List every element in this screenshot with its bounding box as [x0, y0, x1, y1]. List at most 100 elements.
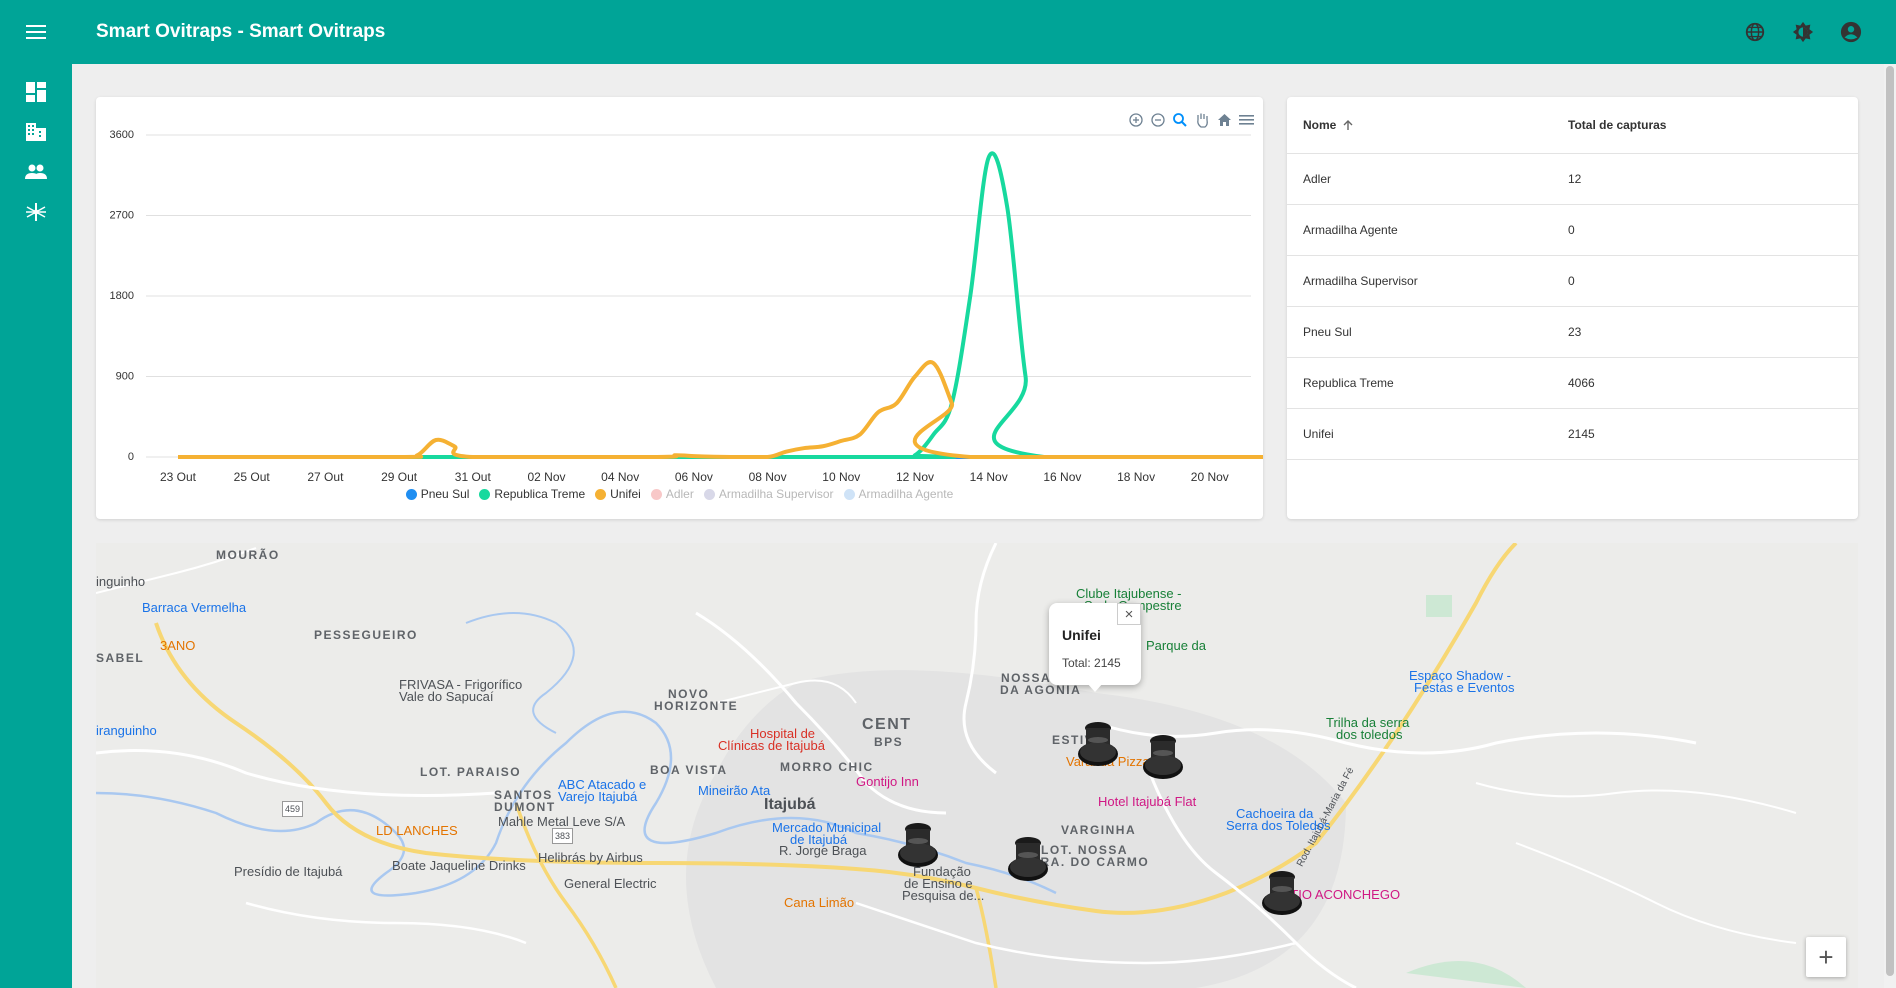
- map-info-popup: Unifei Total: 2145 ×: [1049, 603, 1141, 692]
- legend-marker: [595, 488, 607, 500]
- map-place-label: Cana Limão: [784, 895, 855, 910]
- map-place-label: iranguinho: [96, 723, 157, 738]
- chart-legend: Pneu Sul Republica Treme Unifei Adler Armadi…: [96, 487, 1263, 501]
- total-column-header[interactable]: Total de capturas: [1568, 118, 1666, 132]
- trap-name-cell: Armadilha Supervisor: [1303, 274, 1418, 288]
- captures-table-card: Nome Total de capturas Adler 12 Armadilha …: [1287, 97, 1858, 519]
- map-place-label: MOURÃO: [216, 548, 280, 562]
- legend-label: Pneu Sul: [420, 487, 470, 501]
- y-tick-label: 0: [128, 451, 134, 463]
- legend-item[interactable]: Adler: [650, 487, 694, 501]
- legend-label: Armadilha Agente: [858, 487, 954, 501]
- total-captures-cell: 0: [1568, 223, 1575, 237]
- map-place-label: SABEL: [96, 651, 145, 665]
- scrollbar-thumb[interactable]: [1886, 66, 1894, 976]
- total-captures-cell: 4066: [1568, 376, 1595, 390]
- trap-marker[interactable]: [896, 821, 940, 875]
- map-place-label: inguinho: [96, 574, 146, 589]
- map-place-label: MORRO CHIC: [780, 760, 874, 774]
- map-place-label: DUMONT: [494, 800, 556, 814]
- map-place-label: LD LANCHES: [376, 823, 458, 838]
- page-scrollbar[interactable]: [1884, 64, 1896, 988]
- popup-tip: [1087, 683, 1103, 692]
- map-place-label: BPS: [874, 735, 904, 749]
- table-row[interactable]: Republica Treme 4066: [1287, 358, 1858, 409]
- trap-marker[interactable]: [1141, 733, 1185, 787]
- x-tick-label: 08 Nov: [749, 470, 787, 484]
- x-tick-label: 04 Nov: [601, 470, 639, 484]
- map-place-label: 383: [552, 828, 574, 844]
- legend-item[interactable]: Armadilha Agente: [843, 487, 954, 501]
- x-tick-label: 29 Out: [381, 470, 418, 484]
- map-roads: [96, 543, 1858, 988]
- series-line-republica-treme[interactable]: [178, 151, 1263, 460]
- legend-label: Armadilha Supervisor: [718, 487, 834, 501]
- total-captures-cell: 2145: [1568, 427, 1595, 441]
- y-tick-label: 2700: [110, 210, 134, 222]
- legend-item[interactable]: Pneu Sul: [405, 487, 470, 501]
- map-place-label: Varejo Itajubá: [558, 789, 638, 804]
- building-icon[interactable]: [0, 112, 72, 152]
- legend-item[interactable]: Unifei: [595, 487, 641, 501]
- legend-item[interactable]: Armadilha Supervisor: [703, 487, 834, 501]
- app-bar: Smart Ovitraps - Smart Ovitraps: [0, 0, 1896, 64]
- table-row[interactable]: Unifei 2145: [1287, 409, 1858, 460]
- total-captures-cell: 12: [1568, 172, 1582, 186]
- sidebar: [0, 64, 72, 988]
- globe-icon[interactable]: [1742, 19, 1768, 45]
- popup-body: Total: 2145: [1062, 656, 1121, 670]
- map-place-label: Parque da: [1146, 638, 1206, 653]
- map-place-label: Festas e Eventos: [1414, 680, 1515, 695]
- legend-marker: [405, 488, 417, 500]
- legend-item[interactable]: Republica Treme: [479, 487, 585, 501]
- zoom-in-button[interactable]: +: [1806, 937, 1846, 977]
- table-row[interactable]: Adler 12: [1287, 154, 1858, 205]
- trap-marker[interactable]: [1076, 720, 1120, 774]
- table-row[interactable]: Pneu Sul 23: [1287, 307, 1858, 358]
- map-place-label: Serra dos Toledos: [1226, 818, 1331, 833]
- trap-marker[interactable]: [1006, 835, 1050, 889]
- account-circle-icon[interactable]: [1838, 19, 1864, 45]
- x-tick-label: 23 Out: [160, 470, 197, 484]
- trap-marker[interactable]: [1260, 869, 1304, 923]
- map-place-label: Boate Jaqueline Drinks: [392, 858, 526, 873]
- trap-name-cell: Unifei: [1303, 427, 1334, 441]
- legend-marker: [479, 488, 491, 500]
- close-icon[interactable]: ×: [1117, 603, 1141, 625]
- map-place-label: Mineirão Ata: [698, 783, 771, 798]
- map-place-label: Itajubá: [764, 796, 816, 813]
- map-place-label: Hotel Itajubá Flat: [1098, 794, 1197, 809]
- dashboard-icon[interactable]: [0, 72, 72, 112]
- map-place-label: 3ANO: [160, 638, 196, 653]
- map-place-label: HORIZONTE: [654, 699, 739, 713]
- mosquito-icon[interactable]: [0, 192, 72, 232]
- x-tick-label: 31 Out: [455, 470, 492, 484]
- map-place-label: Vale do Sapucaí: [399, 689, 494, 704]
- map-place-label: VARGINHA: [1061, 823, 1137, 837]
- y-tick-label: 3600: [110, 129, 134, 141]
- brightness-icon[interactable]: [1790, 19, 1816, 45]
- popup-title: Unifei: [1062, 627, 1101, 643]
- menu-icon[interactable]: [0, 0, 72, 64]
- people-icon[interactable]: [0, 152, 72, 192]
- map-place-label: LOT. PARAISO: [420, 765, 522, 779]
- map-place-label: R. Jorge Braga: [779, 843, 867, 858]
- table-row[interactable]: Armadilha Supervisor 0: [1287, 256, 1858, 307]
- arrow-up-icon: [1343, 120, 1353, 130]
- map-place-label: Barraca Vermelha: [142, 600, 247, 615]
- legend-marker: [650, 488, 662, 500]
- name-column-header[interactable]: Nome: [1287, 118, 1568, 132]
- x-tick-label: 18 Nov: [1117, 470, 1155, 484]
- map-place-label: Mahle Metal Leve S/A: [498, 814, 626, 829]
- map[interactable]: MOURÃO inguinho Barraca Vermelha 3ANO SABEL P…: [96, 543, 1858, 988]
- map-place-label: Presídio de Itajubá: [234, 864, 343, 879]
- map-place-label: Pesquisa de...: [902, 888, 985, 903]
- x-tick-label: 25 Out: [234, 470, 271, 484]
- x-tick-label: 12 Nov: [896, 470, 934, 484]
- app-title: Smart Ovitraps - Smart Ovitraps: [96, 21, 386, 42]
- x-tick-label: 10 Nov: [822, 470, 860, 484]
- legend-label: Unifei: [610, 487, 641, 501]
- table-row[interactable]: Armadilha Agente 0: [1287, 205, 1858, 256]
- legend-marker: [843, 488, 855, 500]
- map-place-label: BOA VISTA: [650, 763, 728, 777]
